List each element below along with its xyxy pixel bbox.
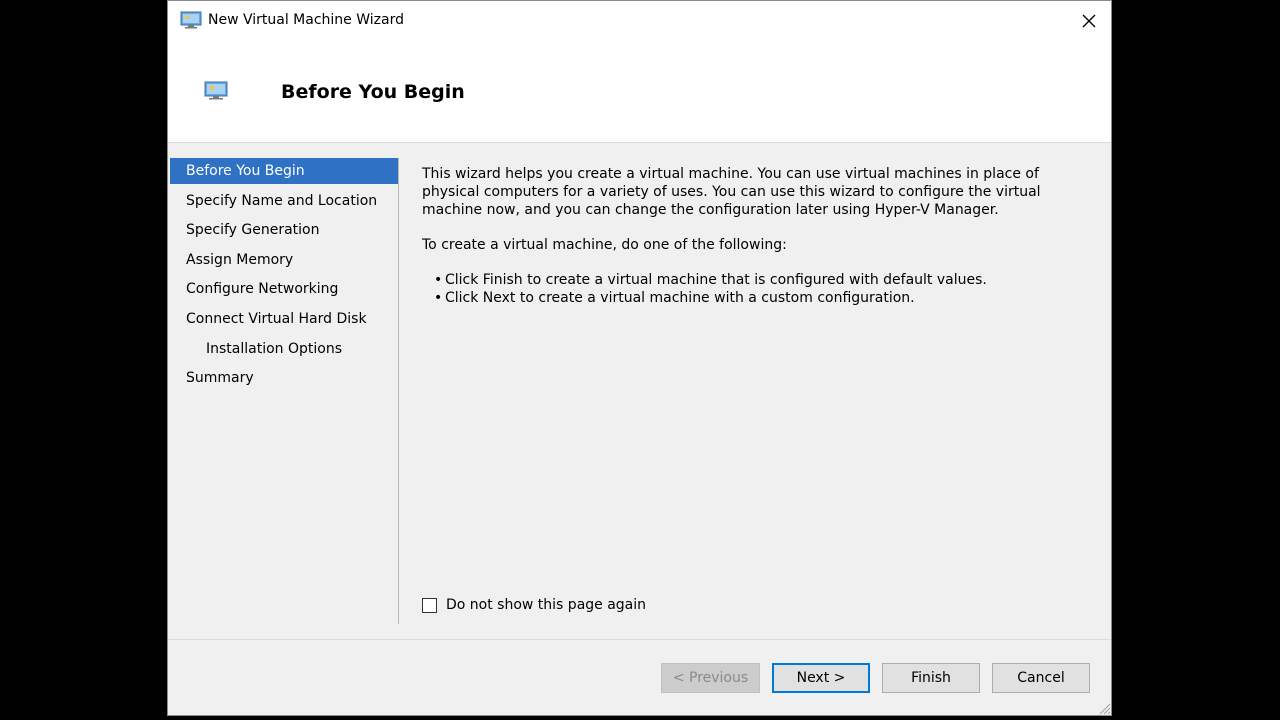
wizard-steps-nav: Before You Begin Specify Name and Locati… [170, 158, 398, 395]
nav-item-assign-memory[interactable]: Assign Memory [170, 247, 398, 273]
wizard-window: New Virtual Machine Wizard Before You Be… [167, 0, 1112, 716]
instruction-text: To create a virtual machine, do one of t… [422, 237, 787, 253]
title-bar: New Virtual Machine Wizard [168, 1, 1111, 41]
nav-item-connect-virtual-hard-disk[interactable]: Connect Virtual Hard Disk [170, 306, 398, 332]
nav-item-before-you-begin[interactable]: Before You Begin [170, 158, 398, 184]
nav-item-configure-networking[interactable]: Configure Networking [170, 276, 398, 302]
virtual-machine-icon [204, 81, 228, 100]
intro-text: This wizard helps you create a virtual m… [422, 166, 1041, 218]
options-list: Click Finish to create a virtual machine… [422, 271, 1082, 307]
wizard-content: This wizard helps you create a virtual m… [422, 165, 1082, 307]
close-button[interactable] [1067, 1, 1111, 41]
nav-item-specify-name-location[interactable]: Specify Name and Location [170, 188, 398, 214]
cancel-button[interactable]: Cancel [992, 663, 1090, 693]
close-icon [1082, 14, 1096, 28]
wizard-header: Before You Begin [168, 41, 1111, 143]
next-button[interactable]: Next > [772, 663, 870, 693]
virtual-machine-icon [180, 11, 202, 29]
page-title: Before You Begin [281, 81, 465, 103]
window-title: New Virtual Machine Wizard [208, 12, 404, 28]
list-item: Click Finish to create a virtual machine… [422, 271, 1082, 289]
do-not-show-again-option[interactable]: Do not show this page again [422, 597, 646, 613]
finish-button[interactable]: Finish [882, 663, 980, 693]
nav-item-summary[interactable]: Summary [170, 365, 398, 391]
previous-button[interactable]: < Previous [661, 663, 760, 693]
footer-divider [168, 639, 1111, 640]
resize-grip-icon[interactable] [1095, 699, 1111, 715]
list-item: Click Next to create a virtual machine w… [422, 289, 1082, 307]
do-not-show-again-label[interactable]: Do not show this page again [446, 597, 646, 613]
nav-item-installation-options[interactable]: Installation Options [170, 336, 398, 362]
do-not-show-again-checkbox[interactable] [422, 597, 437, 613]
nav-divider [398, 158, 399, 624]
nav-item-specify-generation[interactable]: Specify Generation [170, 217, 398, 243]
